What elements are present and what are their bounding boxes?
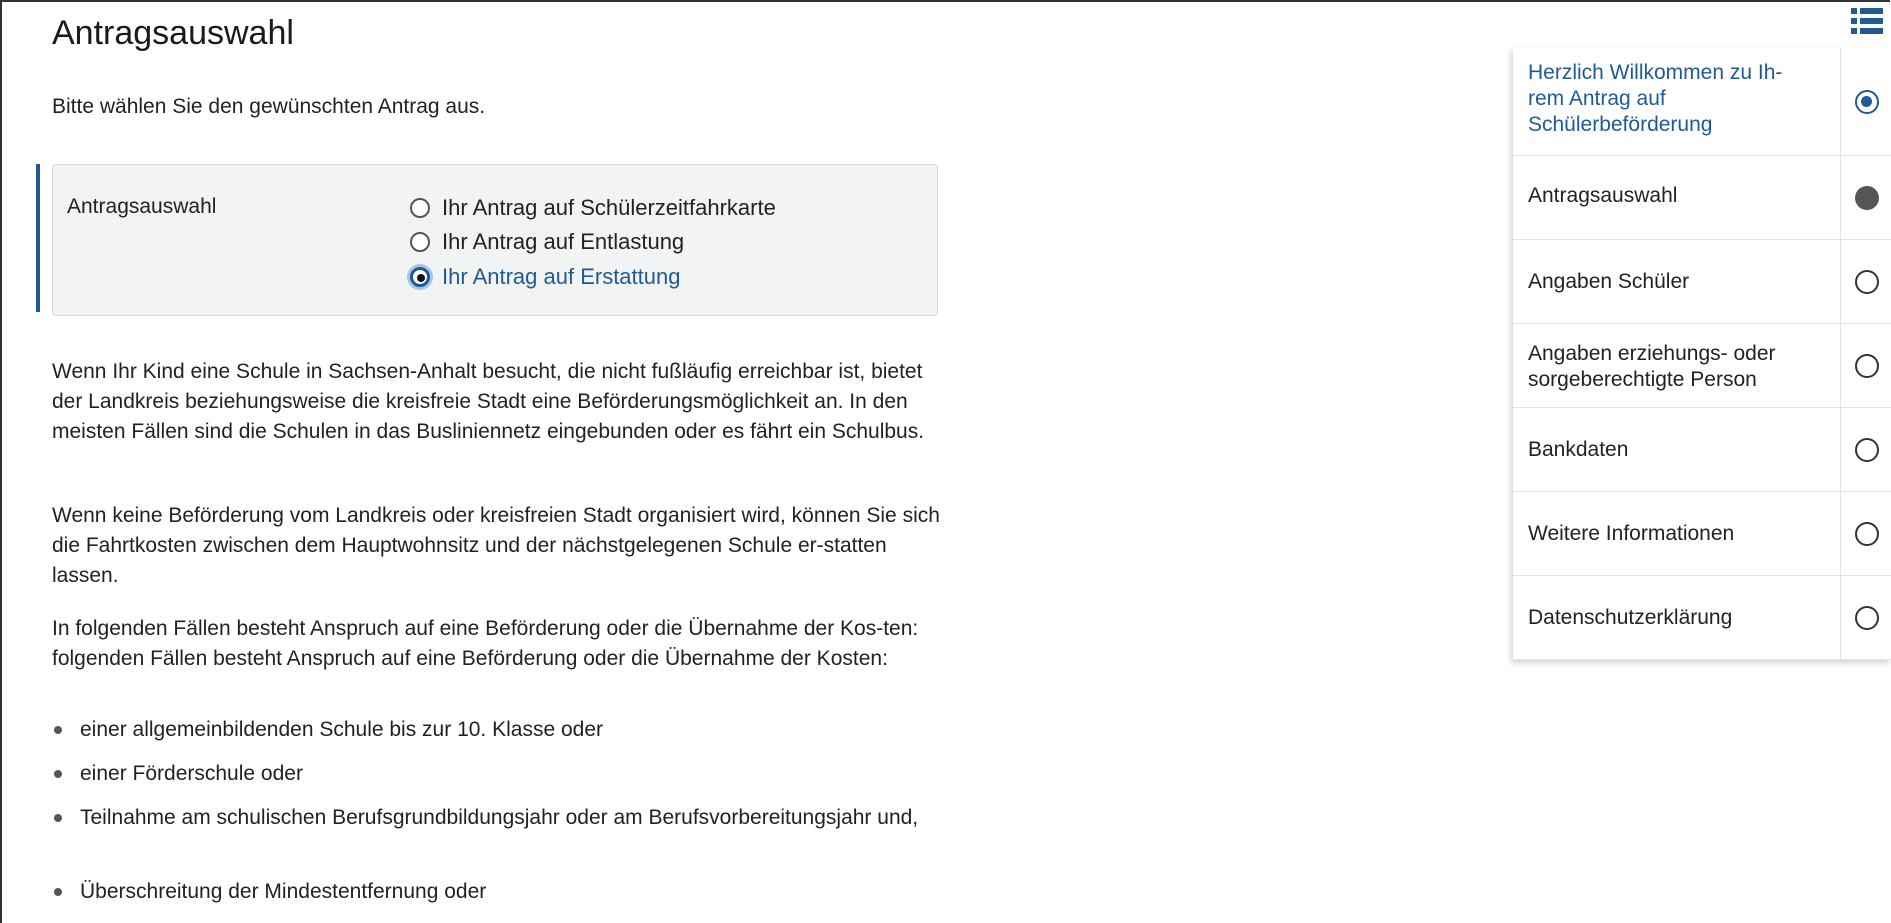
selection-accent-bar [36,164,40,312]
progress-sidebar: Herzlich Willkommen zu Ih-rem Antrag auf… [1513,48,1891,660]
list-item: einer Förderschule oder [52,759,952,789]
sidebar-item-label: Datenschutzerklärung [1528,606,1733,629]
sidebar-item-antragsauswahl[interactable]: Antragsauswahl [1513,156,1891,240]
info-paragraph: Wenn keine Beförderung vom Landkreis ode… [52,504,940,587]
divider [1840,492,1841,575]
selection-label: Antragsauswahl [67,195,217,218]
info-paragraph: Wenn Ihr Kind eine Schule in Sachsen-Anh… [52,360,925,443]
radio-option-label: Ihr Antrag auf Erstattung [442,264,681,289]
radio-option-erstattung[interactable]: Ihr Antrag auf Erstattung [410,262,680,292]
pending-step-icon [1855,354,1879,378]
sidebar-item-label: Herzlich Willkommen zu Ih-rem Antrag auf… [1528,61,1783,136]
divider [1840,48,1841,155]
divider [1840,576,1841,659]
radio-option-entlastung[interactable]: Ihr Antrag auf Entlastung [410,227,684,257]
divider [1840,408,1841,491]
sidebar-item-bankdaten[interactable]: Bankdaten [1513,408,1891,492]
completed-step-icon [1855,186,1879,210]
sidebar-item-angaben-schueler[interactable]: Angaben Schüler [1513,240,1891,324]
page-title: Antragsauswahl [52,14,294,52]
sidebar-item-label: Angaben erziehungs- oder sorgeberechtigt… [1528,342,1776,391]
radio-button-selected[interactable] [410,267,430,287]
sidebar-item-label: Antragsauswahl [1528,184,1678,207]
sidebar-item-angaben-person[interactable]: Angaben erziehungs- oder sorgeberechtigt… [1513,324,1891,408]
divider [1840,156,1841,239]
sidebar-item-label: Weitere Informationen [1528,522,1735,545]
radio-button[interactable] [410,198,430,218]
radio-button[interactable] [410,232,430,252]
page-subtitle: Bitte wählen Sie den gewünschten Antrag … [52,95,486,118]
list-item: Überschreitung der Mindestentfernung ode… [52,877,952,907]
divider [1840,240,1841,323]
radio-option-schuelerzeitfahrkarte[interactable]: Ihr Antrag auf Schülerzeitfahrkarte [410,193,776,223]
radio-option-label: Ihr Antrag auf Entlastung [442,229,685,254]
pending-step-icon [1855,606,1879,630]
sidebar-item-welcome[interactable]: Herzlich Willkommen zu Ih-rem Antrag auf… [1513,48,1891,156]
list-item: einer allgemeinbildenden Schule bis zur … [52,715,952,745]
info-paragraph: In folgenden Fällen besteht Anspruch auf… [52,617,919,670]
sidebar-item-weitere-informationen[interactable]: Weitere Informationen [1513,492,1891,576]
sidebar-item-label: Bankdaten [1528,438,1629,461]
divider [1840,324,1841,407]
sidebar-item-label: Angaben Schüler [1528,270,1690,293]
pending-step-icon [1855,270,1879,294]
list-item: Teilnahme am schulischen Berufsgrundbild… [52,803,952,833]
current-step-icon [1855,90,1879,114]
pending-step-icon [1855,438,1879,462]
pending-step-icon [1855,522,1879,546]
sidebar-item-datenschutz[interactable]: Datenschutzerklärung [1513,576,1891,660]
radio-option-label: Ihr Antrag auf Schülerzeitfahrkarte [442,195,776,220]
